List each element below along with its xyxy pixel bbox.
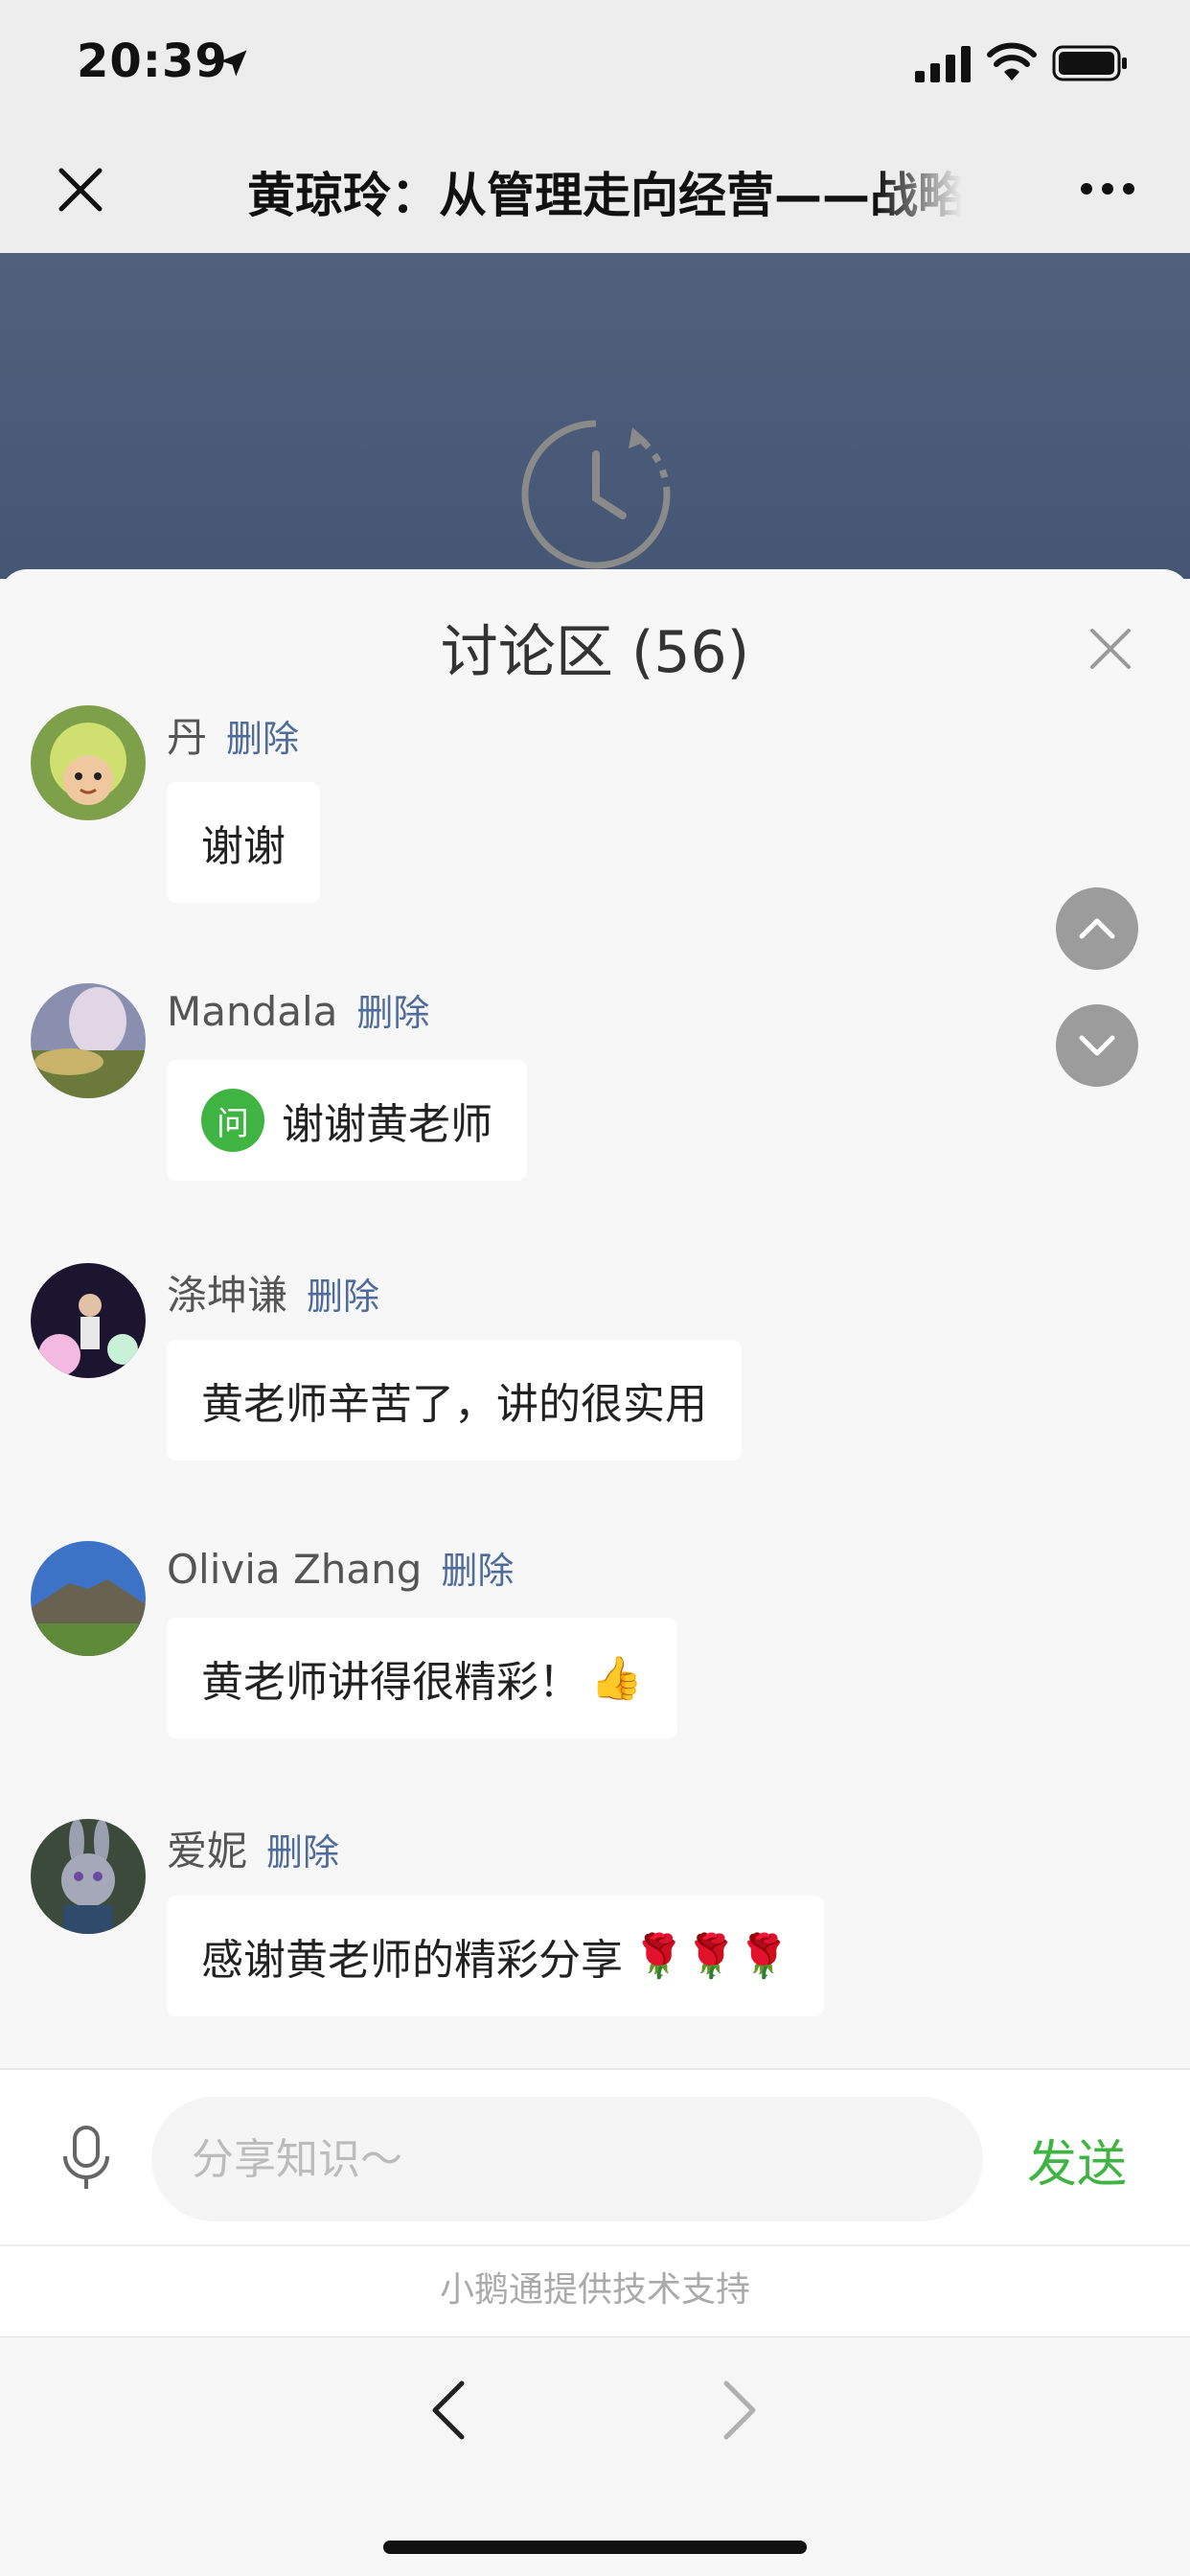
comment-bubble: 黄老师讲得很精彩！ 👍 — [167, 1618, 677, 1738]
panel-close-icon[interactable] — [1088, 627, 1133, 671]
home-indicator — [383, 2541, 807, 2554]
avatar-icon — [31, 1819, 146, 1934]
avatar[interactable] — [31, 1819, 146, 1934]
author-name: 丹 — [167, 714, 208, 761]
author-name: Olivia Zhang — [167, 1546, 423, 1593]
delete-link[interactable]: 删除 — [441, 1550, 514, 1592]
clock-replay-icon — [521, 420, 671, 569]
delete-link[interactable]: 删除 — [356, 992, 429, 1034]
more-icon[interactable] — [1079, 174, 1136, 203]
close-icon[interactable] — [54, 163, 107, 217]
send-button[interactable]: 发送 — [1027, 2124, 1127, 2196]
chevron-up-icon — [1079, 918, 1115, 939]
tech-support-credit: 小鹅通提供技术支持 — [0, 2244, 1190, 2336]
comment-bubble: 问 谢谢黄老师 — [167, 1060, 527, 1181]
video-player[interactable] — [0, 253, 1190, 579]
avatar[interactable] — [31, 1541, 146, 1656]
comment-item: Olivia Zhang 删除 黄老师讲得很精彩！ 👍 — [0, 1541, 1190, 1771]
avatar-icon — [31, 1541, 146, 1656]
comment-item: 丹删除 谢谢 — [0, 705, 1190, 935]
signal-icon — [915, 46, 971, 82]
avatar-icon — [31, 1263, 146, 1378]
browser-toolbar — [0, 2336, 1190, 2576]
nav-bar: 黄琼玲：从管理走向经营——战略 — [0, 126, 1190, 253]
avatar[interactable] — [31, 1263, 146, 1378]
comment-author: 丹删除 — [167, 705, 299, 764]
comment-author: 爱妮 删除 — [167, 1819, 339, 1877]
comment-text: 黄老师辛苦了，讲的很实用 — [201, 1380, 707, 1429]
comment-author: Olivia Zhang 删除 — [167, 1541, 514, 1594]
comment-text: 感谢黄老师的精彩分享 — [201, 1936, 623, 1985]
comment-item: 爱妮 删除 感谢黄老师的精彩分享 🌹🌹🌹 — [0, 1819, 1190, 2049]
comment-bubble: 谢谢 — [167, 782, 320, 903]
comment-item: 涤坤谦 删除 黄老师辛苦了，讲的很实用 — [0, 1263, 1190, 1493]
comment-author: 涤坤谦 删除 — [167, 1263, 379, 1322]
avatar[interactable] — [31, 705, 146, 820]
battery-icon — [1052, 45, 1127, 81]
question-badge: 问 — [201, 1089, 264, 1152]
avatar-icon — [31, 983, 146, 1098]
location-arrow-icon — [220, 50, 247, 77]
delete-link[interactable]: 删除 — [226, 718, 299, 760]
wifi-icon — [987, 42, 1037, 80]
comment-text: 黄老师讲得很精彩！ — [201, 1658, 581, 1707]
thumbs-up-icon: 👍 — [590, 1654, 643, 1703]
comment-text: 谢谢黄老师 — [282, 1100, 492, 1149]
comment-bubble: 感谢黄老师的精彩分享 🌹🌹🌹 — [167, 1896, 825, 2016]
scroll-down-button[interactable] — [1056, 1004, 1138, 1087]
status-time: 20:39 — [77, 34, 228, 88]
panel-title: 讨论区 (56) — [440, 619, 750, 686]
page-title: 黄琼玲：从管理走向经营——战略 — [247, 168, 962, 223]
author-name: Mandala — [167, 988, 338, 1035]
author-name: 涤坤谦 — [167, 1272, 288, 1319]
delete-link[interactable]: 删除 — [307, 1276, 379, 1318]
status-bar: 20:39 — [0, 0, 1190, 126]
rose-icon: 🌹🌹🌹 — [632, 1932, 790, 1981]
comment-item: Mandala 删除 问 谢谢黄老师 — [0, 983, 1190, 1213]
microphone-icon[interactable] — [57, 2126, 115, 2193]
back-arrow-icon[interactable] — [429, 2380, 468, 2441]
chevron-down-icon — [1079, 1035, 1115, 1056]
scroll-up-button[interactable] — [1056, 887, 1138, 970]
comment-input-bar: 发送 — [0, 2068, 1190, 2244]
avatar-icon — [31, 705, 146, 820]
comment-author: Mandala 删除 — [167, 983, 429, 1036]
comment-bubble: 黄老师辛苦了，讲的很实用 — [167, 1340, 742, 1460]
forward-arrow-icon[interactable] — [721, 2380, 759, 2441]
comment-text: 谢谢 — [201, 822, 286, 871]
avatar[interactable] — [31, 983, 146, 1098]
delete-link[interactable]: 删除 — [266, 1831, 339, 1874]
author-name: 爱妮 — [167, 1828, 248, 1874]
discussion-panel: 讨论区 (56) 丹删除 谢谢 Mandala 删除 问 谢谢黄老师 涤坤谦 删… — [0, 569, 1190, 2068]
comment-input[interactable] — [151, 2097, 983, 2221]
